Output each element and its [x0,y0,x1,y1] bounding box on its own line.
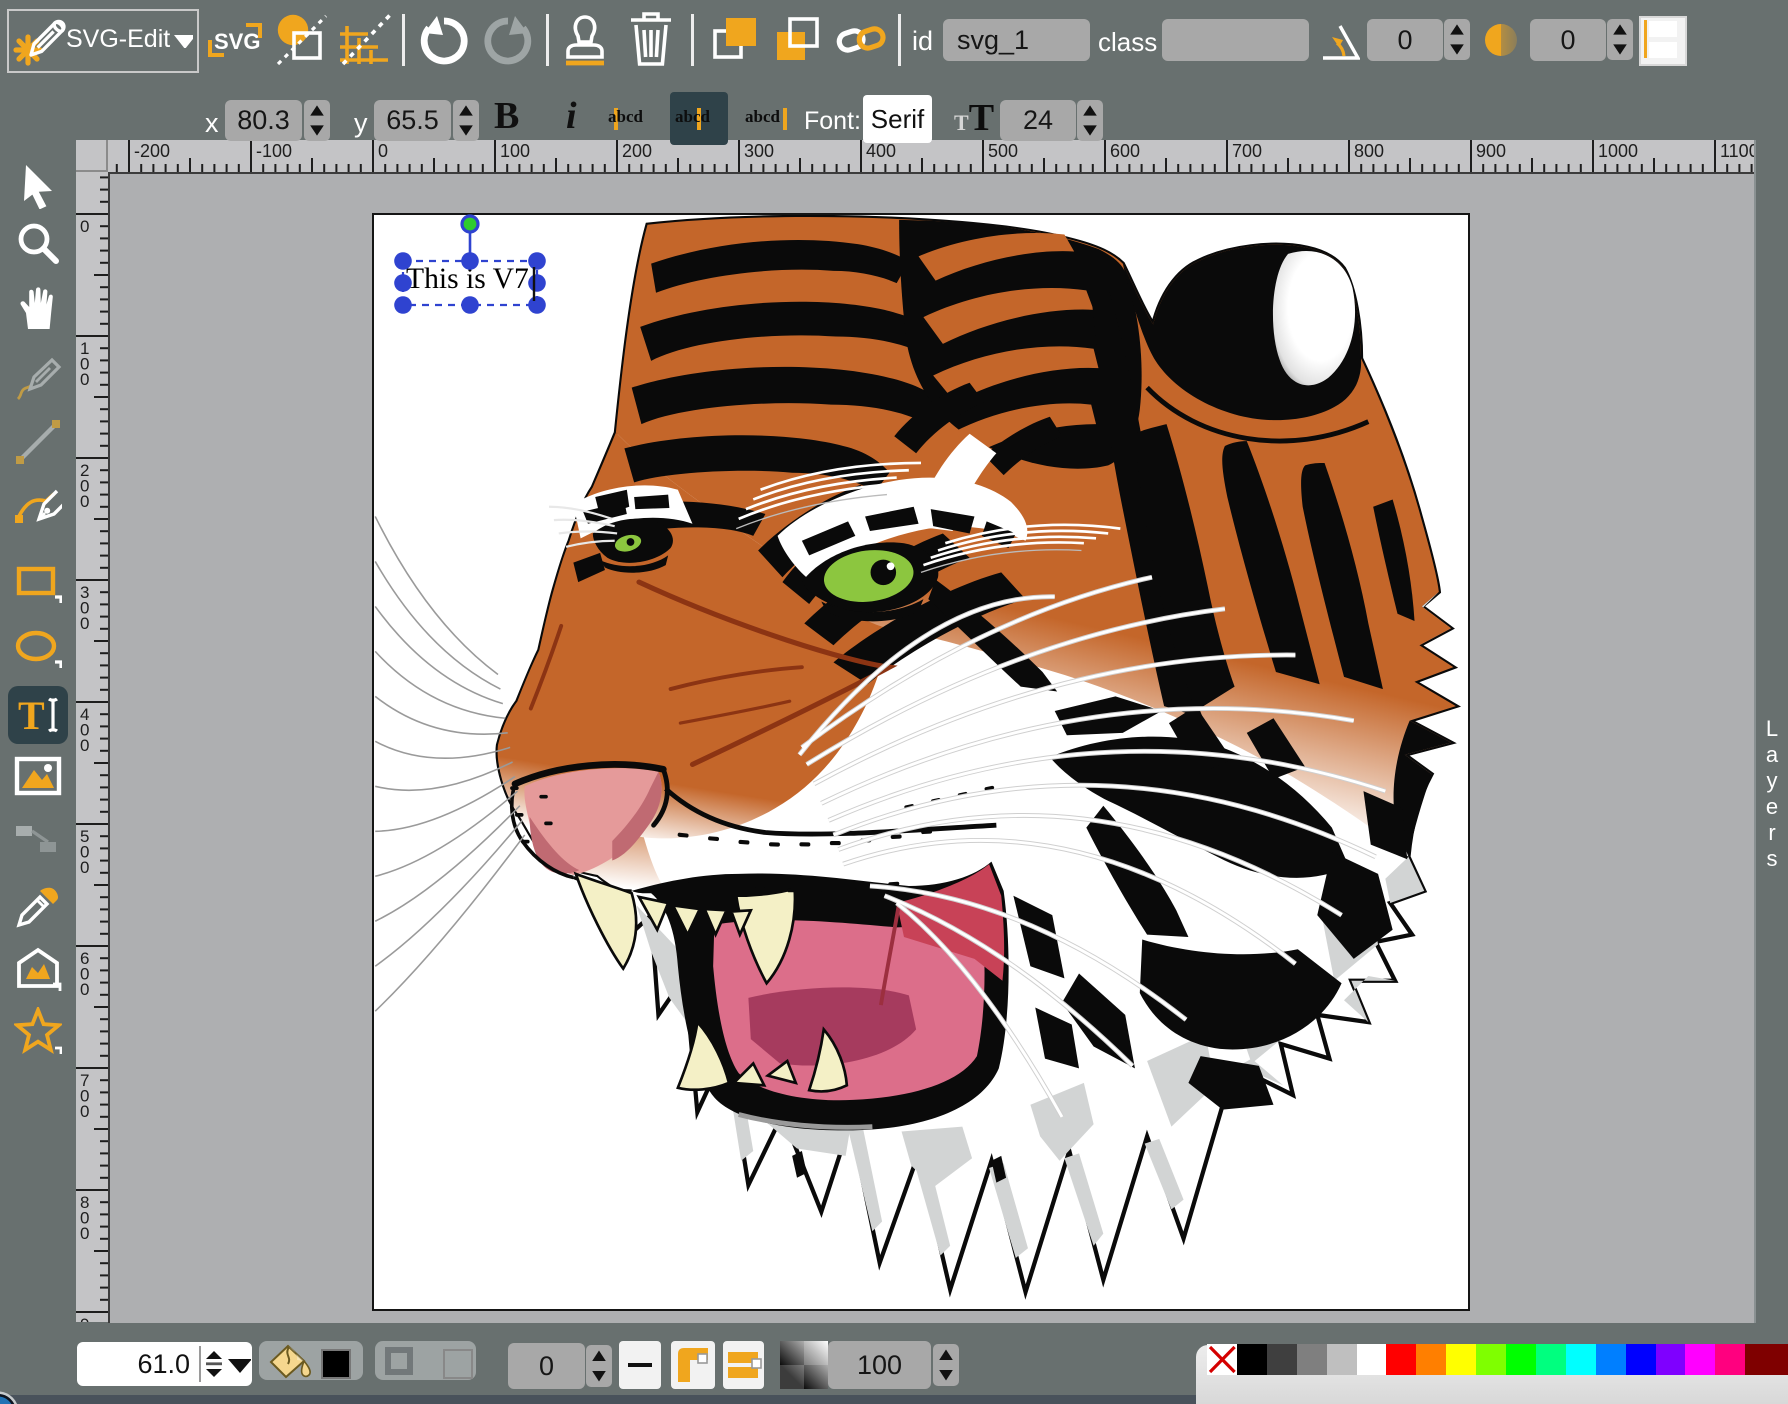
svg-text:400: 400 [866,141,896,161]
svg-text:0: 0 [80,980,89,999]
svg-text:0: 0 [80,1102,89,1121]
svg-text:0: 0 [80,858,89,877]
svg-text:1000: 1000 [1598,141,1638,161]
svg-text:1100: 1100 [1720,141,1754,161]
svg-text:T: T [18,693,45,738]
svg-text:0: 0 [80,492,89,511]
svg-text:0: 0 [80,1224,89,1243]
svg-text:800: 800 [1354,141,1384,161]
svg-text:100: 100 [500,141,530,161]
svg-text:0: 0 [80,217,89,236]
svg-text:0: 0 [378,141,388,161]
svg-text:600: 600 [1110,141,1140,161]
svg-text:500: 500 [988,141,1018,161]
svg-text:SVG: SVG [214,29,260,54]
svg-text:900: 900 [1476,141,1506,161]
svg-text:-100: -100 [256,141,292,161]
svg-text:-200: -200 [134,141,170,161]
svg-text:300: 300 [744,141,774,161]
svg-text:0: 0 [80,370,89,389]
svg-text:0: 0 [80,614,89,633]
svg-text:700: 700 [1232,141,1262,161]
svg-text:200: 200 [622,141,652,161]
svg-text:9: 9 [80,1315,89,1322]
svg-text:0: 0 [80,736,89,755]
